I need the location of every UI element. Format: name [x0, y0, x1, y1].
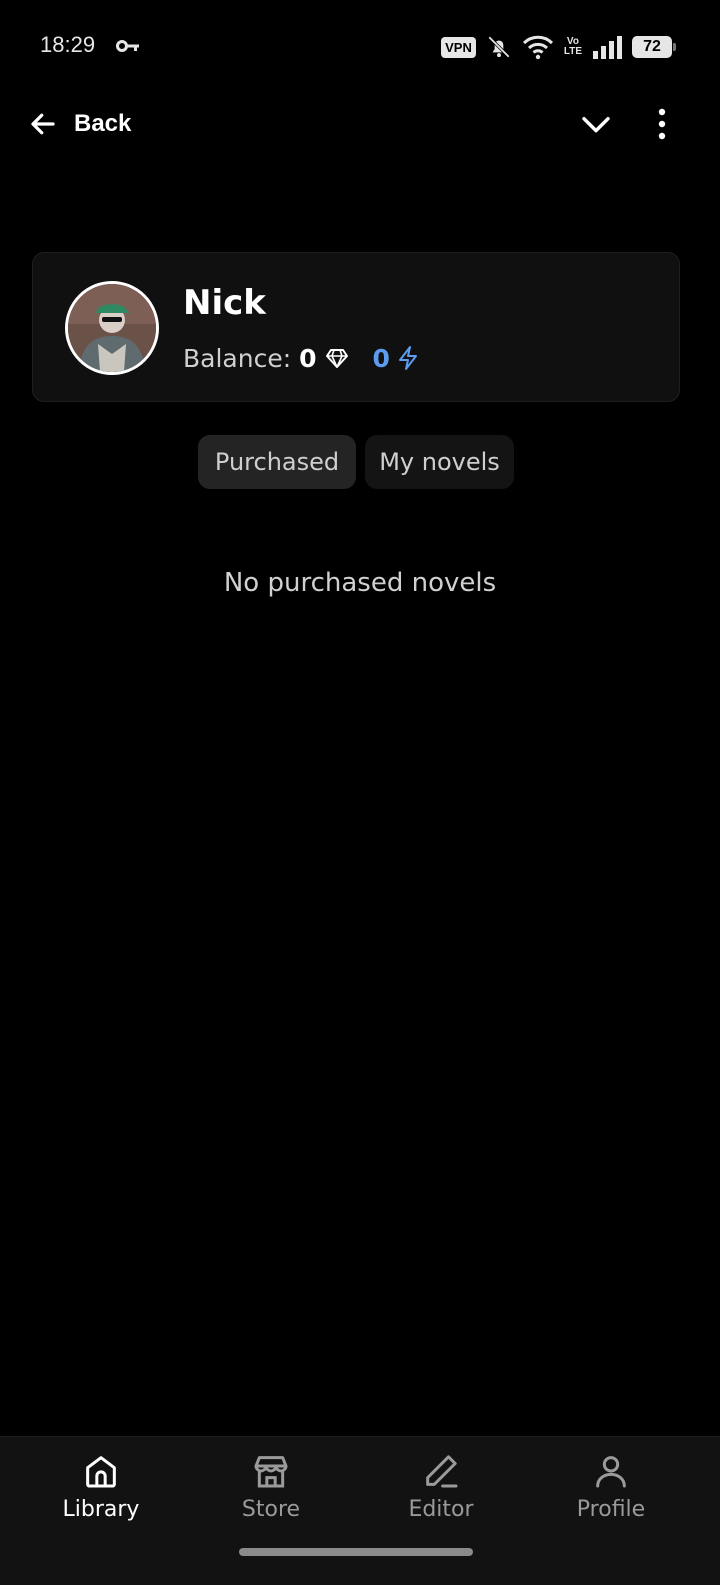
- nav-store[interactable]: Store: [201, 1451, 341, 1541]
- signal-icon: [593, 36, 622, 59]
- nav-editor-label: Editor: [408, 1497, 474, 1522]
- nav-editor[interactable]: Editor: [371, 1451, 511, 1541]
- back-label: Back: [74, 110, 132, 137]
- nav-library-label: Library: [62, 1497, 140, 1522]
- avatar-photo: [68, 284, 156, 372]
- library-tabs: Purchased My novels: [0, 435, 720, 489]
- pencil-icon: [426, 1455, 458, 1488]
- user-icon: [596, 1456, 626, 1488]
- bottom-nav: Library Store Editor Profile: [0, 1436, 720, 1585]
- tab-my-novels[interactable]: My novels: [365, 435, 514, 489]
- top-bar: Back: [0, 92, 720, 158]
- nav-library[interactable]: Library: [31, 1451, 171, 1541]
- nav-profile-label: Profile: [576, 1497, 646, 1522]
- status-icons: VPN Vo LTE 72: [441, 32, 676, 62]
- nav-store-label: Store: [241, 1497, 301, 1522]
- status-time: 18:29: [40, 32, 96, 57]
- bell-off-icon: [487, 36, 510, 58]
- balance-row: Balance: 0 0: [183, 343, 420, 373]
- volte-bottom: LTE: [563, 46, 582, 57]
- key-icon: [116, 40, 139, 52]
- energy-balance: 0: [372, 343, 390, 373]
- balance-label: Balance:: [183, 343, 292, 373]
- empty-state-message: No purchased novels: [223, 568, 497, 598]
- chevron-down-icon[interactable]: [580, 108, 612, 140]
- tab-purchased[interactable]: Purchased: [198, 435, 356, 489]
- arrow-left-icon: [31, 113, 55, 135]
- home-icon: [86, 1456, 116, 1488]
- status-bar: 18:29 VPN Vo LTE 72: [0, 0, 720, 92]
- battery-icon: 72: [632, 36, 676, 58]
- back-button[interactable]: Back: [28, 106, 131, 142]
- profile-card: Nick Balance: 0 0: [32, 252, 680, 402]
- gem-balance: 0: [299, 343, 317, 373]
- avatar[interactable]: [65, 281, 159, 375]
- home-indicator[interactable]: [239, 1548, 473, 1556]
- wifi-icon: [522, 35, 553, 60]
- user-name: Nick: [183, 283, 266, 323]
- lightning-icon: [398, 346, 417, 370]
- vpn-badge: VPN: [441, 36, 476, 58]
- store-icon: [254, 1456, 288, 1488]
- diamond-icon: [325, 349, 348, 368]
- more-vertical-icon[interactable]: [652, 106, 672, 142]
- nav-profile[interactable]: Profile: [541, 1451, 681, 1541]
- volte-indicator: Vo LTE: [564, 37, 582, 57]
- battery-level: 72: [643, 38, 661, 55]
